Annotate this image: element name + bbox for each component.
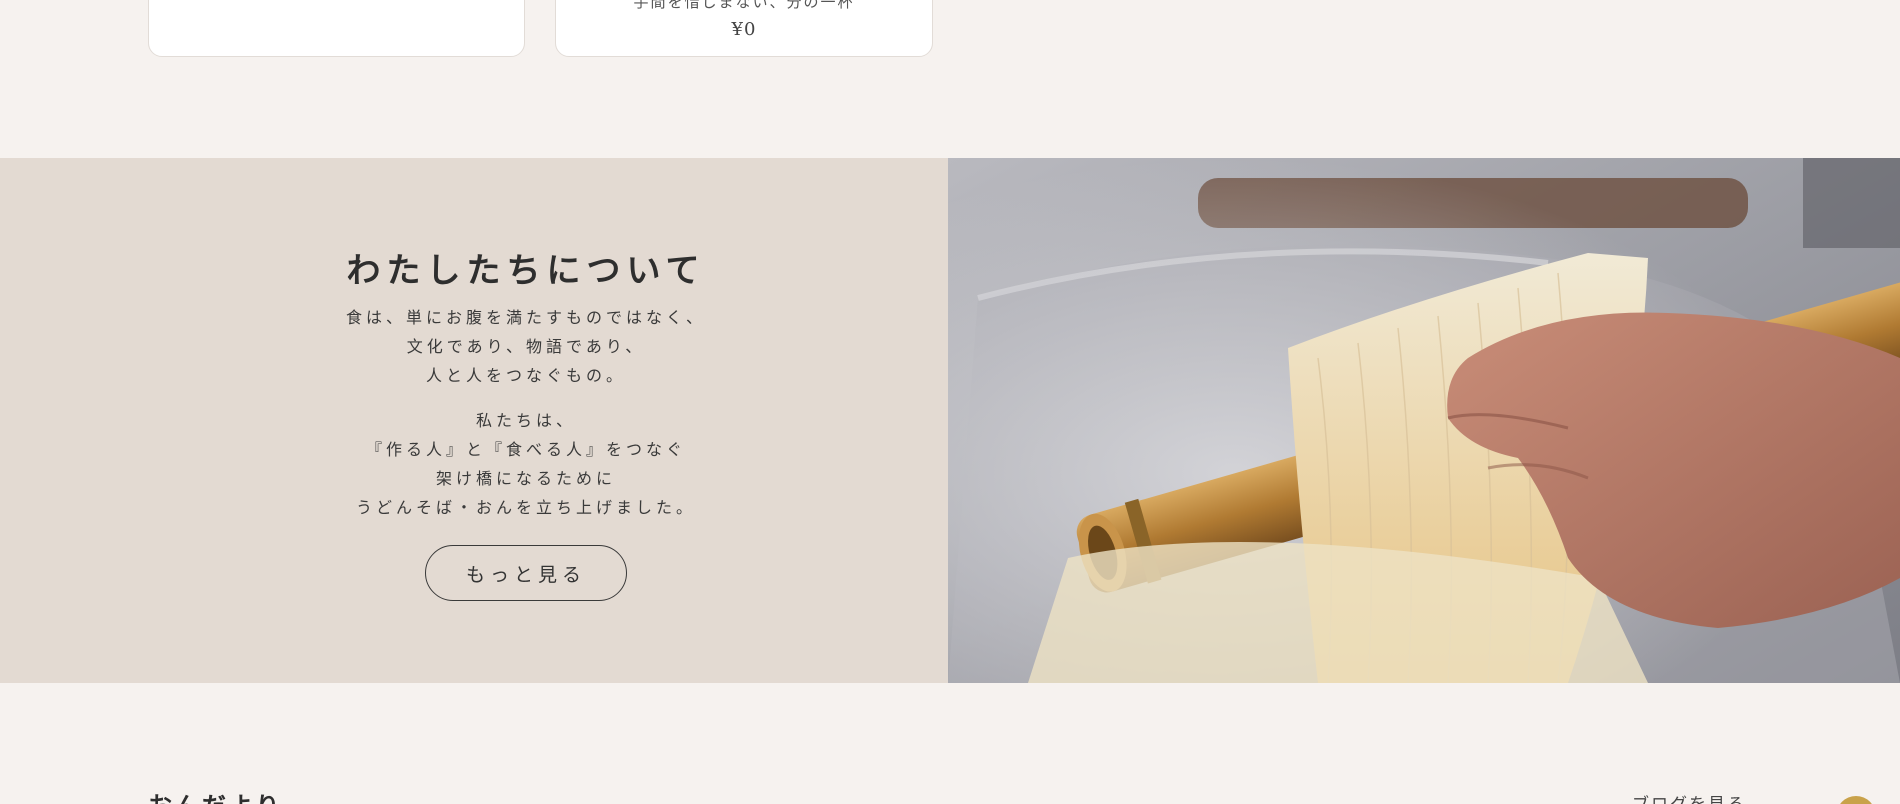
product-price: ¥0 [731,19,757,40]
product-card[interactable]: 手間を惜しまない、分の一杯 ¥0 [555,0,933,57]
more-button[interactable]: もっと見る [425,545,627,601]
blog-section-title: おんだより [148,786,283,804]
about-paragraph-1: 食は、単にお腹を満たすものではなく、 文化であり、物語であり、 人と人をつなぐも… [0,303,1052,390]
about-line: 架け橋になるために [435,469,616,488]
about-paragraph-2: 私たちは、 『作る人』と『食べる人』をつなぐ 架け橋になるために うどんそば・お… [0,406,1052,522]
about-section: わたしたちについて 食は、単にお腹を満たすものではなく、 文化であり、物語であり… [0,158,1900,683]
product-description: 手間を惜しまない、分の一杯 [633,0,855,11]
about-line: 『作る人』と『食べる人』をつなぐ [365,440,686,459]
about-line: 私たちは、 [475,411,576,430]
about-line: うどんそば・おんを立ち上げました。 [355,498,696,517]
about-title: わたしたちについて [346,251,706,291]
floating-action-icon[interactable] [1836,796,1876,804]
view-blog-link[interactable]: ブログを見る [1632,790,1746,804]
product-card[interactable] [148,0,525,57]
about-line: 人と人をつなぐもの。 [425,366,626,385]
about-line: 食は、単にお腹を満たすものではなく、 [345,308,706,327]
udon-noodles-illustration [948,158,1900,683]
about-line: 文化であり、物語であり、 [406,337,646,356]
about-text-panel: わたしたちについて 食は、単にお腹を満たすものではなく、 文化であり、物語であり… [0,158,948,683]
about-photo [948,158,1900,683]
